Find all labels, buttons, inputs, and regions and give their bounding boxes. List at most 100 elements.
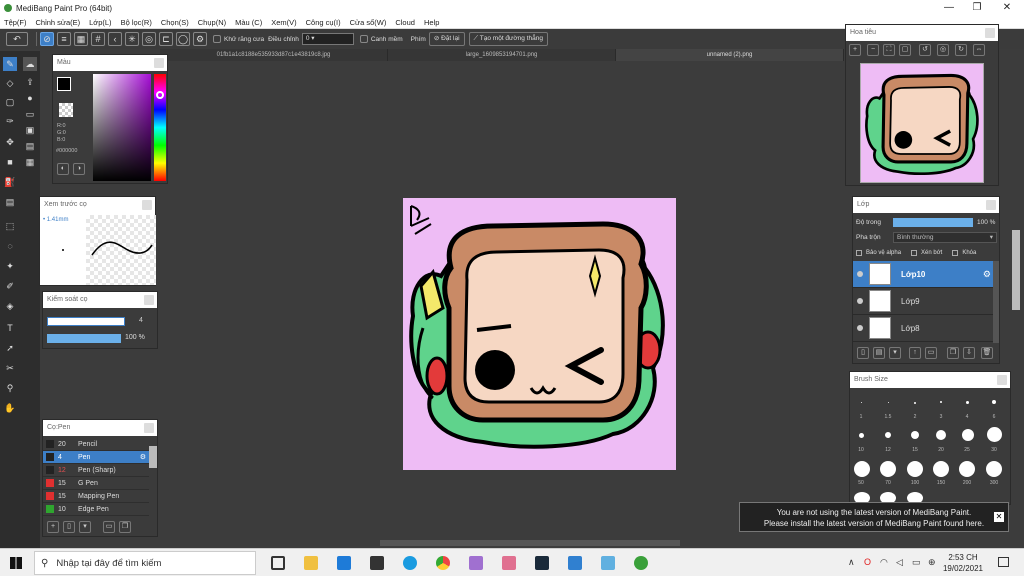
dot-tool-icon[interactable]: ▢ (3, 95, 17, 109)
navigator-thumbnail[interactable] (860, 63, 984, 183)
brush-opacity-slider[interactable] (47, 334, 121, 343)
close-icon[interactable]: ✕ (994, 512, 1004, 522)
brush-list-scrollbar[interactable] (149, 446, 157, 468)
zoom-out-icon[interactable]: − (867, 44, 879, 56)
lasso-tool-icon[interactable]: ◌ (3, 239, 17, 253)
brush-size-dot[interactable] (933, 461, 949, 477)
layer-item[interactable]: Lớp8 (853, 315, 995, 342)
snap-vanish-icon[interactable]: ‹ (108, 32, 122, 46)
color-wheel-icon[interactable]: ◑ (73, 163, 85, 175)
brush-item-selected[interactable]: 4 Pen ⚙ (43, 451, 149, 464)
brush-size-dot[interactable] (959, 461, 975, 477)
drawing-canvas[interactable] (403, 198, 676, 470)
menu-file[interactable]: Tệp(F) (4, 18, 27, 27)
app-icon[interactable] (469, 556, 483, 570)
language-icon[interactable]: ⊕ (928, 557, 936, 568)
paint-icon[interactable] (601, 556, 615, 570)
actual-size-icon[interactable]: ▢ (899, 44, 911, 56)
snap-radial-icon[interactable]: ✳ (125, 32, 139, 46)
panel-close-icon[interactable] (144, 295, 154, 305)
snap-parallel-icon[interactable]: ≡ (57, 32, 71, 46)
brush-item[interactable]: 15 G Pen (43, 477, 149, 490)
update-notice-line2[interactable]: Please install the latest version of Med… (740, 518, 1008, 529)
comment-icon[interactable]: ▭ (23, 107, 37, 121)
brush-size-slider[interactable] (47, 317, 125, 326)
foreground-color-swatch[interactable] (57, 77, 71, 91)
move-tool-icon[interactable]: ✥ (3, 135, 17, 149)
protect-alpha-checkbox[interactable] (856, 250, 862, 256)
file-tab[interactable]: large_1609853194701.png (388, 49, 616, 61)
menu-window[interactable]: Cửa sổ(W) (350, 18, 387, 27)
eyedropper-tool-icon[interactable]: ⚲ (3, 381, 17, 395)
brush-item[interactable]: 20 Pencil (43, 438, 149, 451)
brush-settings-icon[interactable]: ⚙ (140, 453, 146, 461)
clipping-checkbox[interactable] (911, 250, 918, 256)
reset-button[interactable]: ⊘ Đặt lại (428, 32, 465, 46)
brush-folder-icon[interactable]: ▭ (103, 521, 115, 533)
layer-item-selected[interactable]: Lớp10 ⚙ (853, 261, 995, 288)
menu-cloud[interactable]: Cloud (395, 18, 415, 27)
snap-off-icon[interactable]: ⊘ (40, 32, 54, 46)
menu-edit[interactable]: Chỉnh sửa(E) (36, 18, 81, 27)
brush-size-dot[interactable] (861, 402, 862, 403)
visibility-icon[interactable] (857, 325, 863, 331)
taskbar-clock[interactable]: 2:53 CH 19/02/2021 (940, 552, 986, 574)
menu-snap[interactable]: Chụp(N) (198, 18, 226, 27)
brush-size-dot[interactable] (885, 432, 891, 438)
rotate-reset-icon[interactable]: ◎ (937, 44, 949, 56)
material-icon[interactable]: ▤ (23, 139, 37, 153)
brush-size-dot[interactable] (888, 402, 889, 403)
add-brush-icon[interactable]: + (47, 521, 59, 533)
layer-item[interactable]: Lớp9 (853, 288, 995, 315)
canvas-horizontal-scrollbar[interactable] (380, 540, 680, 546)
file-explorer-icon[interactable] (304, 556, 318, 570)
layer-opacity-slider[interactable] (893, 218, 973, 227)
brush-item[interactable]: 15 Mapping Pen (43, 490, 149, 503)
brush-copy-icon[interactable]: ❐ (119, 521, 131, 533)
cloud-panel-icon[interactable]: ☁ (23, 57, 37, 71)
file-tab-active[interactable]: unnamed (2).png (616, 49, 844, 61)
brush-size-dot[interactable] (940, 401, 942, 403)
fill-rect-icon[interactable]: ■ (3, 155, 17, 169)
close-button[interactable]: ✕ (992, 0, 1022, 16)
magic-wand-icon[interactable]: ✦ (3, 259, 17, 273)
blend-mode-select[interactable]: Bình thường ▾ (893, 232, 997, 243)
select-rect-icon[interactable]: ⬚ (3, 219, 17, 233)
select-eraser-icon[interactable]: ◈ (3, 299, 17, 313)
panel-close-icon[interactable] (144, 423, 154, 433)
snap-settings-icon[interactable]: ⚙ (193, 32, 207, 46)
menu-layer[interactable]: Lớp(L) (89, 18, 111, 27)
snap-ellipse-icon[interactable]: ◯ (176, 32, 190, 46)
rotate-right-icon[interactable]: ↻ (955, 44, 967, 56)
menu-help[interactable]: Help (424, 18, 439, 27)
antialias-checkbox[interactable] (213, 35, 221, 43)
hue-handle[interactable] (156, 91, 164, 99)
operation-tool-icon[interactable]: ➚ (3, 341, 17, 355)
flip-icon[interactable]: ⇔ (973, 44, 985, 56)
menu-tools[interactable]: Công cụ(I) (306, 18, 341, 27)
new-halftone-layer-icon[interactable]: ▤ (873, 347, 885, 359)
fit-icon[interactable]: ⛶ (883, 44, 895, 56)
minimize-button[interactable]: — (934, 0, 964, 16)
brush-file-icon[interactable]: ▯ (63, 521, 75, 533)
panel-close-icon[interactable] (986, 200, 996, 210)
share-icon[interactable]: ⇪ (23, 75, 37, 89)
battery-icon[interactable]: ▭ (912, 557, 921, 568)
gradient-tool-icon[interactable]: ▤ (3, 195, 17, 209)
notifications-icon[interactable] (998, 557, 1009, 567)
photos-icon[interactable] (568, 556, 582, 570)
menu-view[interactable]: Xem(V) (271, 18, 296, 27)
wifi-icon[interactable]: ◠ (880, 557, 888, 568)
panel-close-icon[interactable] (985, 28, 995, 38)
folder-icon[interactable]: ▭ (925, 347, 937, 359)
volume-icon[interactable]: ◁ (896, 557, 903, 568)
eraser-tool-icon[interactable]: ◇ (3, 76, 17, 90)
panel-close-icon[interactable] (154, 58, 164, 68)
brush-size-dot[interactable] (911, 431, 919, 439)
text-tool-icon[interactable]: T (3, 321, 17, 335)
mail-icon[interactable] (337, 556, 351, 570)
bucket-tool-icon[interactable]: ⛽ (3, 175, 17, 189)
brush-item[interactable]: 12 Pen (Sharp) (43, 464, 149, 477)
page-icon[interactable]: ▣ (23, 123, 37, 137)
new-folder-layer-icon[interactable]: ▾ (889, 347, 901, 359)
